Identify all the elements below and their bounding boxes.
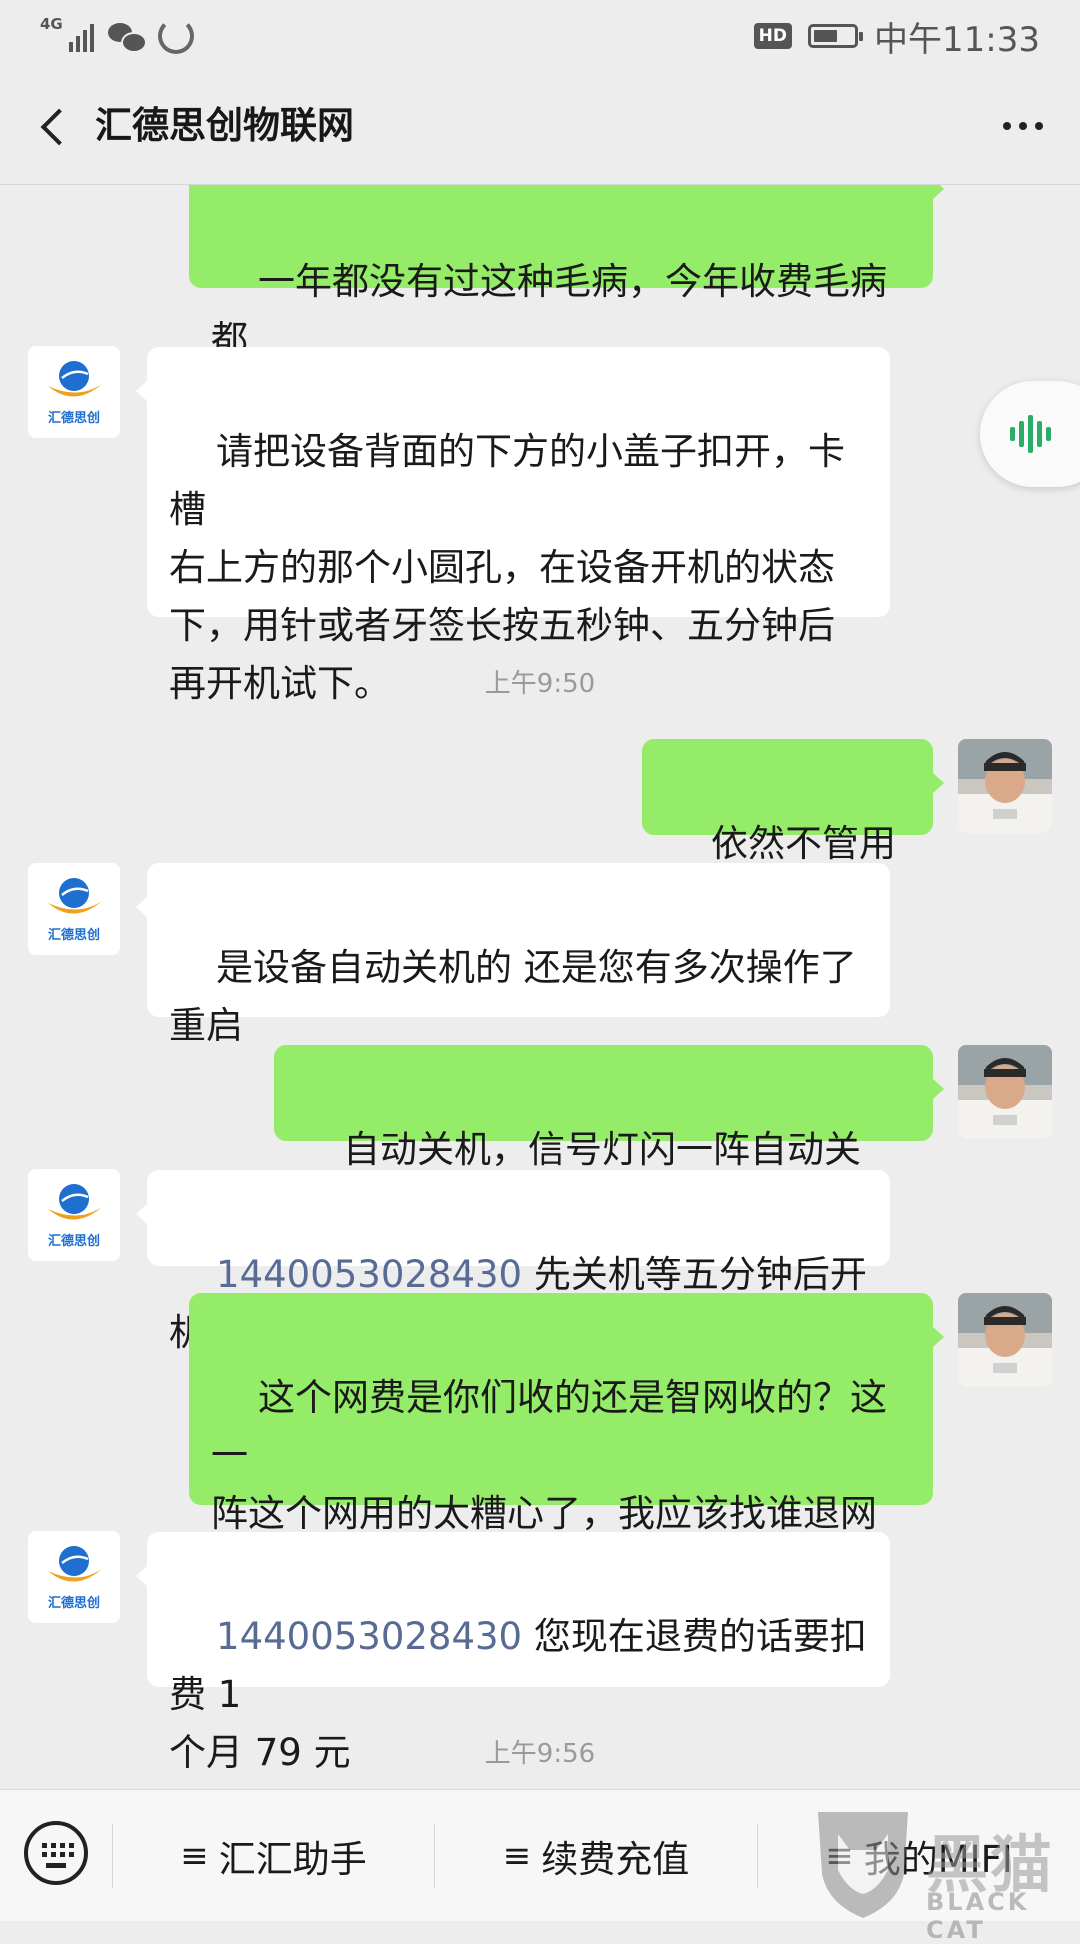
cell-signal-icon: 4G: [40, 16, 94, 56]
user-photo-icon: [958, 1293, 1052, 1387]
more-options-icon[interactable]: [988, 98, 1058, 154]
svg-text:汇德思创: 汇德思创: [48, 1233, 100, 1249]
network-type: 4G: [40, 15, 63, 33]
status-bar: 4G HD 中午11:33: [0, 0, 1080, 72]
mention-text[interactable]: 1440053028430: [216, 1615, 522, 1658]
contact-avatar[interactable]: 汇德思创: [28, 863, 120, 955]
voice-wave-icon: [1010, 414, 1051, 454]
svg-text:汇德思创: 汇德思创: [48, 927, 100, 943]
watermark-subtext: BLACK CAT: [926, 1888, 1030, 1944]
battery-icon: [808, 24, 864, 48]
message-text: 是设备自动关机的 还是您有多次操作了 重启: [169, 946, 857, 1047]
company-logo-icon: 汇德思创: [28, 346, 120, 438]
user-avatar[interactable]: [958, 1045, 1052, 1139]
message-bubble-other[interactable]: 请把设备背面的下方的小盖子扣开，卡槽 右上方的那个小圆孔，在设备开机的状态 下，…: [136, 347, 890, 705]
message-text: 依然不管用: [711, 822, 897, 865]
menu-item-recharge[interactable]: ≡ 续费充值: [435, 1790, 757, 1921]
menu-item-label: 续费充值: [541, 1837, 690, 1881]
message-timestamp: 上午9:56: [484, 1739, 596, 1769]
message-bubble-self[interactable]: 这个网费是你们收的还是智网收的？这一 阵这个网用的太糟心了，我应该找谁退网 费？: [189, 1293, 944, 1593]
keyboard-toggle-icon[interactable]: [24, 1821, 88, 1885]
menu-list-icon: ≡: [502, 1835, 532, 1876]
company-logo-icon: 汇德思创: [28, 863, 120, 955]
message-bubble-self[interactable]: 自动关机，信号灯闪一阵自动关机。: [274, 1045, 944, 1229]
message-list[interactable]: 一年都没有过这种毛病，今年收费毛病都 出现了…… 汇德思创 请把设备背面的下方的…: [0, 185, 1080, 1789]
chat-title: 汇德思创物联网: [95, 104, 354, 147]
user-avatar[interactable]: [958, 739, 1052, 833]
user-photo-icon: [958, 1045, 1052, 1139]
message-timestamp: 上午9:50: [484, 669, 596, 699]
message-bubble-self[interactable]: 一年都没有过这种毛病，今年收费毛病都 出现了……: [189, 185, 944, 419]
status-left: 4G: [40, 14, 194, 58]
user-avatar[interactable]: [958, 1293, 1052, 1387]
user-photo-icon: [958, 739, 1052, 833]
svg-text:汇德思创: 汇德思创: [48, 1595, 100, 1611]
status-time: 中午11:33: [874, 19, 1040, 60]
black-cat-shield-icon: [818, 1812, 908, 1918]
mention-text[interactable]: 1440053028430: [216, 1253, 522, 1296]
wechat-notification-icon: [108, 21, 147, 53]
voice-input-floating-button[interactable]: [980, 381, 1080, 487]
contact-avatar[interactable]: 汇德思创: [28, 346, 120, 438]
menu-item-label: 汇汇助手: [218, 1837, 367, 1881]
sync-icon: [158, 18, 194, 54]
status-right: HD 中午11:33: [753, 14, 1040, 60]
hd-badge: HD: [753, 23, 793, 49]
message-bubble-other[interactable]: 是设备自动关机的 还是您有多次操作了 重启: [136, 863, 890, 1047]
company-logo-icon: 汇德思创: [28, 1169, 120, 1261]
black-cat-watermark: 黑猫 BLACK CAT: [808, 1804, 1080, 1944]
contact-avatar[interactable]: 汇德思创: [28, 1169, 120, 1261]
message-bubble-self[interactable]: 依然不管用: [642, 739, 944, 921]
contact-avatar[interactable]: 汇德思创: [28, 1531, 120, 1623]
svg-text:汇德思创: 汇德思创: [48, 410, 100, 426]
message-bubble-other[interactable]: 1440053028430 您现在退费的话要扣费 1 个月 79 元: [136, 1532, 890, 1774]
menu-item-assistant[interactable]: ≡ 汇汇助手: [113, 1790, 434, 1921]
message-bubble-other[interactable]: 1440053028430 先关机等五分钟后开机: [136, 1170, 890, 1354]
chat-header: 汇德思创物联网: [0, 72, 1080, 185]
back-icon[interactable]: [28, 100, 84, 156]
menu-list-icon: ≡: [180, 1835, 209, 1876]
company-logo-icon: 汇德思创: [28, 1531, 120, 1623]
